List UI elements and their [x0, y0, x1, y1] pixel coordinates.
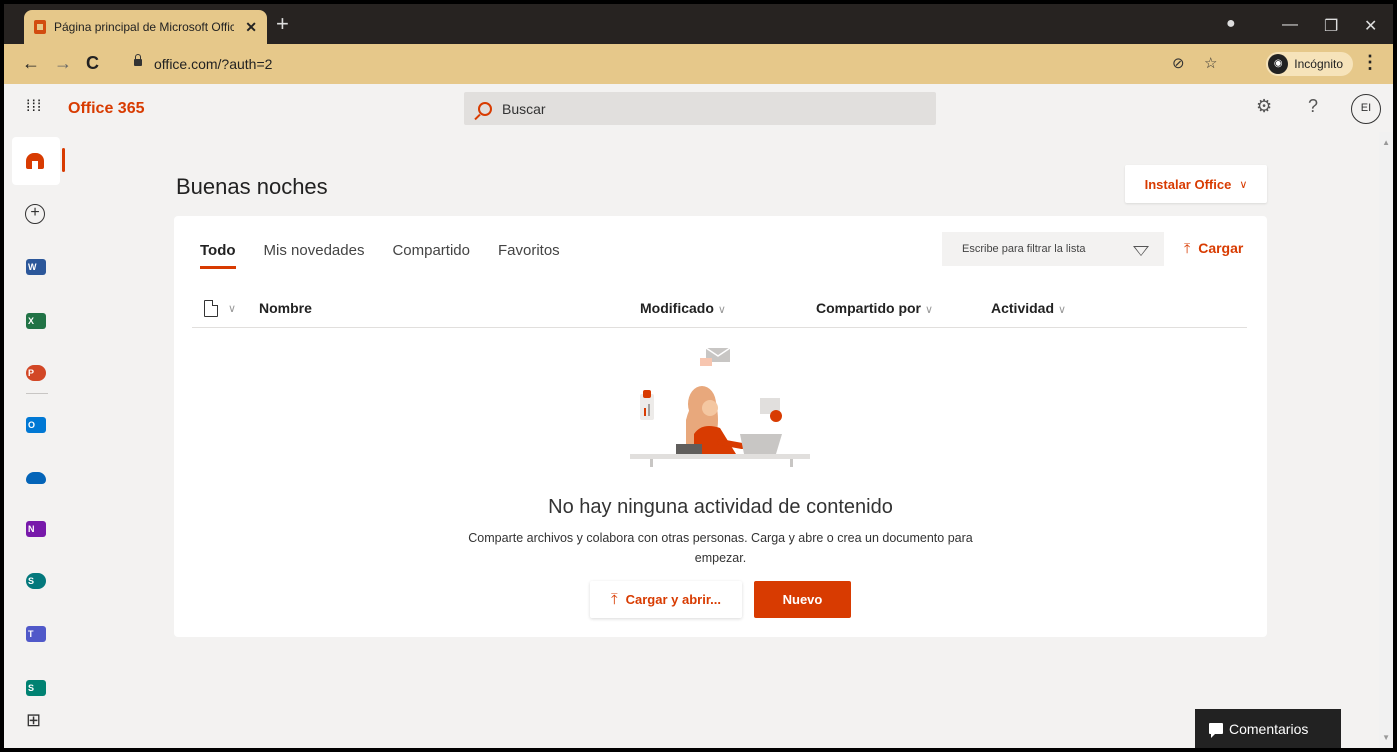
powerpoint-icon[interactable]: P	[26, 365, 46, 381]
column-actividad[interactable]: Actividad ∨	[991, 300, 1066, 316]
column-compartido-label: Compartido por	[816, 300, 921, 316]
onedrive-icon[interactable]	[26, 472, 46, 484]
filter-icon[interactable]	[1133, 246, 1149, 256]
page-scrollbar[interactable]: ▲ ▼	[1379, 132, 1393, 748]
sharepoint-icon[interactable]: S	[26, 573, 46, 589]
greeting-title: Buenas noches	[176, 174, 328, 199]
tab-compartido[interactable]: Compartido	[392, 242, 470, 269]
active-indicator	[62, 148, 65, 172]
tracking-blocked-icon[interactable]: ⊘	[1172, 54, 1185, 72]
minimize-button[interactable]: —	[1282, 16, 1298, 34]
teams-icon[interactable]: T	[26, 626, 46, 642]
scroll-up-icon[interactable]: ▲	[1382, 138, 1390, 147]
column-modificado[interactable]: Modificado ∨	[640, 300, 726, 316]
table-header: ∨ Nombre Modificado ∨ Compartido por ∨ Act…	[192, 298, 1247, 328]
forward-button[interactable]: →	[54, 53, 72, 74]
empty-state-subtitle: Comparte archivos y colabora con otras p…	[468, 531, 973, 565]
avatar[interactable]: EI	[1351, 94, 1381, 124]
office-header: ⁞⁞⁞ Office 365 Buscar ⚙ ? EI	[4, 84, 1393, 132]
tab-mis-novedades[interactable]: Mis novedades	[264, 242, 365, 269]
home-icon	[26, 153, 44, 169]
tab-title: Página principal de Microsoft Office	[54, 20, 234, 34]
upload-and-open-button[interactable]: ⤒ Cargar y abrir...	[590, 581, 742, 618]
chevron-down-icon: ∨	[717, 304, 726, 316]
main-content: + W X P O N S T S ⊞ Buenas noches Instal…	[4, 132, 1393, 748]
back-button[interactable]: ←	[22, 53, 40, 74]
url-text: office.com/?auth=2	[154, 56, 273, 72]
office-favicon-icon	[34, 20, 46, 34]
reload-button[interactable]: C	[86, 53, 99, 74]
excel-icon[interactable]: X	[26, 313, 46, 329]
scroll-down-icon[interactable]: ▼	[1382, 733, 1390, 742]
word-icon[interactable]: W	[26, 259, 46, 275]
search-icon	[478, 101, 492, 116]
file-type-icon[interactable]	[204, 300, 218, 317]
chevron-down-icon: ∨	[1058, 304, 1067, 316]
browser-tab-bar: Página principal de Microsoft Office ✕ +…	[4, 4, 1393, 44]
browser-tab[interactable]: Página principal de Microsoft Office ✕	[24, 10, 267, 44]
install-office-label: Instalar Office	[1144, 176, 1232, 192]
upload-label: Cargar	[1198, 240, 1244, 256]
filter-input[interactable]: Escribe para filtrar la lista	[942, 232, 1164, 266]
tab-todo[interactable]: Todo	[200, 242, 236, 269]
app-launcher-icon[interactable]: ⁞⁞⁞	[26, 98, 42, 116]
incognito-icon: ◉	[1268, 54, 1289, 74]
help-icon[interactable]: ?	[1308, 96, 1318, 117]
comment-icon	[1209, 723, 1223, 738]
all-apps-icon[interactable]: ⊞	[26, 710, 41, 731]
feedback-button[interactable]: Comentarios	[1195, 709, 1341, 748]
outlook-icon[interactable]: O	[26, 417, 46, 433]
file-type-chevron-icon[interactable]: ∨	[228, 302, 236, 315]
settings-gear-icon[interactable]: ⚙	[1256, 96, 1272, 117]
bookmark-star-icon[interactable]: ☆	[1204, 54, 1217, 72]
column-modificado-label: Modificado	[640, 300, 714, 316]
column-compartido-por[interactable]: Compartido por ∨	[816, 300, 933, 316]
upload-open-label: Cargar y abrir...	[625, 592, 722, 607]
profile-dropdown-icon[interactable]: ●	[1226, 15, 1236, 33]
filter-placeholder: Escribe para filtrar la lista	[962, 243, 1086, 255]
column-nombre[interactable]: Nombre	[259, 300, 312, 316]
new-button[interactable]: Nuevo	[754, 581, 851, 618]
close-window-button[interactable]: ✕	[1364, 16, 1377, 36]
incognito-badge[interactable]: ◉ Incógnito	[1266, 52, 1353, 76]
search-box[interactable]: Buscar	[464, 92, 936, 125]
onenote-icon[interactable]: N	[26, 521, 46, 537]
upload-button[interactable]: ⤒ Cargar	[1184, 240, 1243, 257]
restore-button[interactable]: ❐	[1324, 16, 1338, 36]
left-app-rail: + W X P O N S T S ⊞	[4, 132, 65, 748]
filter-tabs: Todo Mis novedades Compartido Favoritos	[200, 242, 560, 269]
feedback-label: Comentarios	[1229, 720, 1309, 737]
sway-icon[interactable]: S	[26, 680, 46, 696]
brand-link[interactable]: Office 365	[68, 100, 144, 118]
rail-divider	[26, 393, 48, 394]
rail-home[interactable]	[12, 137, 60, 185]
upload-arrow-icon: ⤒	[610, 591, 618, 608]
empty-state-illustration	[630, 347, 810, 467]
install-office-button[interactable]: Instalar Office ∨	[1125, 165, 1267, 203]
omnibox[interactable]: office.com/?auth=2	[124, 51, 1124, 78]
chevron-down-icon: ∨	[1239, 178, 1248, 191]
lock-icon	[134, 54, 142, 66]
documents-card: Todo Mis novedades Compartido Favoritos …	[174, 216, 1267, 637]
incognito-label: Incógnito	[1294, 57, 1343, 71]
create-plus-icon[interactable]: +	[25, 204, 45, 224]
browser-menu-icon[interactable]: ⋮	[1361, 52, 1379, 73]
empty-state-title: No hay ninguna actividad de contenido	[548, 496, 893, 518]
upload-arrow-icon: ⤒	[1184, 240, 1191, 256]
tab-favoritos[interactable]: Favoritos	[498, 242, 560, 269]
close-tab-icon[interactable]: ✕	[245, 19, 257, 36]
search-placeholder: Buscar	[502, 100, 546, 117]
address-bar-row: ← → C office.com/?auth=2 ⊘ ☆ ◉ Incógnito…	[4, 44, 1393, 84]
column-actividad-label: Actividad	[991, 300, 1055, 316]
chevron-down-icon: ∨	[925, 304, 934, 316]
new-tab-button[interactable]: +	[276, 13, 289, 35]
